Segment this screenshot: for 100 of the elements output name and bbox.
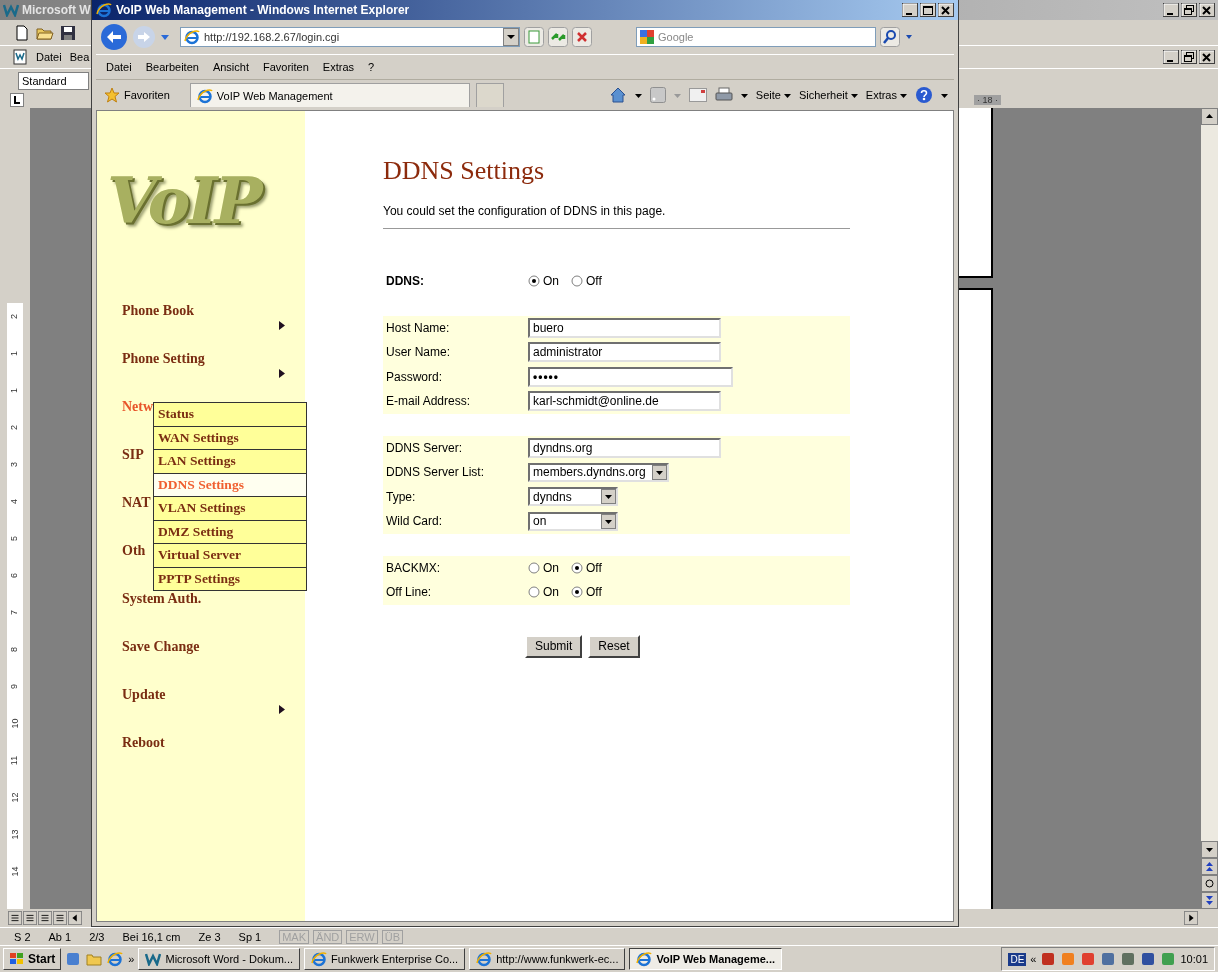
- home-icon[interactable]: [608, 86, 627, 104]
- normal-view-button[interactable]: [8, 911, 22, 925]
- menu-item[interactable]: Extras: [322, 61, 355, 73]
- menu-item[interactable]: Ansicht: [212, 61, 249, 73]
- new-document-icon[interactable]: [14, 24, 30, 41]
- next-page-button[interactable]: [1201, 892, 1218, 909]
- sidebar-item[interactable]: Netw: [122, 399, 154, 415]
- text-field[interactable]: dyndns.org: [528, 437, 721, 458]
- sidebar-item[interactable]: Update: [122, 687, 166, 703]
- close-button[interactable]: [938, 3, 954, 17]
- favorites-button[interactable]: Favoriten: [100, 85, 174, 105]
- arrow-icon: [279, 321, 285, 330]
- submenu-item[interactable]: VLAN Settings: [154, 496, 306, 520]
- tab-selector-icon[interactable]: [10, 93, 24, 107]
- save-icon[interactable]: [60, 24, 76, 41]
- dropdown[interactable]: members.dyndns.org: [528, 462, 669, 482]
- menu-item[interactable]: Bearbeiten: [145, 61, 199, 73]
- browser-tab[interactable]: VoIP Web Management: [189, 83, 470, 107]
- text-field[interactable]: administrator: [528, 342, 721, 363]
- more-button[interactable]: »: [128, 953, 135, 965]
- address-field[interactable]: http://192.168.2.67/login.cgi: [180, 27, 520, 47]
- compatibility-icon[interactable]: [524, 27, 544, 47]
- radio-button[interactable]: Off: [571, 585, 602, 600]
- menu-item[interactable]: Datei: [36, 51, 62, 63]
- command-button[interactable]: Seite: [755, 89, 791, 101]
- search-icon[interactable]: [880, 27, 900, 47]
- dropdown[interactable]: dyndns: [528, 487, 618, 507]
- search-field[interactable]: Google: [636, 27, 876, 47]
- sidebar-item[interactable]: System Auth.: [122, 591, 202, 607]
- radio-button[interactable]: On: [528, 274, 559, 289]
- form-button[interactable]: Submit: [525, 634, 583, 658]
- taskbar-button[interactable]: Funkwerk Enterprise Co...: [304, 948, 466, 970]
- page-icon: [184, 29, 200, 45]
- taskbar-button[interactable]: VoIP Web Manageme...: [629, 948, 783, 970]
- radio-button[interactable]: Off: [571, 274, 602, 289]
- menu-item[interactable]: Bea: [69, 51, 90, 63]
- form-button[interactable]: Reset: [588, 634, 640, 658]
- maximize-button[interactable]: [920, 3, 936, 17]
- caret-icon[interactable]: [941, 91, 948, 99]
- sidebar-item[interactable]: Save Change: [122, 639, 200, 655]
- print-icon[interactable]: [714, 87, 733, 103]
- minimize-button[interactable]: [902, 3, 918, 17]
- stop-icon[interactable]: [572, 27, 592, 47]
- star-icon: [104, 87, 120, 103]
- dropdown[interactable]: on: [528, 511, 618, 531]
- sidebar-item[interactable]: NAT: [122, 495, 151, 511]
- style-field[interactable]: Standard: [18, 71, 89, 90]
- submenu-item[interactable]: PPTP Settings: [154, 566, 306, 590]
- outline-view-button[interactable]: [53, 911, 67, 925]
- close-button[interactable]: [1199, 50, 1215, 64]
- sidebar-item[interactable]: Phone Book: [122, 303, 194, 319]
- sidebar-item[interactable]: SIP: [122, 447, 144, 463]
- text-field[interactable]: karl-schmidt@online.de: [528, 391, 721, 412]
- submenu-item[interactable]: Status: [154, 403, 306, 426]
- menu-item[interactable]: Favoriten: [263, 61, 309, 73]
- sidebar-item[interactable]: Oth: [122, 543, 146, 559]
- restore-button[interactable]: [1181, 3, 1197, 17]
- radio-button[interactable]: On: [528, 560, 559, 575]
- mail-icon[interactable]: [688, 88, 707, 102]
- close-button[interactable]: [1199, 3, 1215, 17]
- text-field[interactable]: buero: [528, 317, 721, 338]
- command-button[interactable]: Extras: [865, 89, 907, 101]
- window-title: VoIP Web Management - Windows Internet Explorer: [116, 3, 410, 17]
- caret-icon: [783, 91, 791, 99]
- refresh-icon[interactable]: [548, 27, 568, 47]
- menu-item[interactable]: ?: [368, 61, 375, 73]
- caret-icon[interactable]: [740, 91, 748, 99]
- taskbar-button[interactable]: http://www.funkwerk-ec...: [469, 948, 626, 970]
- page-view-button[interactable]: [38, 911, 52, 925]
- language-indicator[interactable]: DE: [1008, 952, 1027, 966]
- submenu-item[interactable]: DMZ Setting: [154, 519, 306, 543]
- field-label: User Name:: [385, 345, 451, 360]
- scroll-left-button[interactable]: [68, 911, 82, 925]
- restore-button[interactable]: [1181, 50, 1197, 64]
- scroll-right-button[interactable]: [1184, 911, 1198, 925]
- submenu-item[interactable]: LAN Settings: [154, 449, 306, 473]
- sidebar-item[interactable]: Phone Setting: [122, 351, 205, 367]
- radio-button[interactable]: On: [528, 585, 559, 600]
- caret-icon[interactable]: [634, 91, 642, 99]
- radio-button[interactable]: Off: [571, 560, 602, 575]
- previous-page-button[interactable]: [1201, 858, 1218, 875]
- expand-tray-button[interactable]: «: [1030, 953, 1037, 965]
- web-view-button[interactable]: [23, 911, 37, 925]
- submenu-item[interactable]: WAN Settings: [154, 425, 306, 449]
- password-field[interactable]: •••••: [528, 366, 733, 387]
- submenu-item[interactable]: Virtual Server: [154, 543, 306, 567]
- minimize-button[interactable]: [1163, 3, 1179, 17]
- back-button[interactable]: [100, 23, 128, 51]
- browser-icon: [96, 2, 112, 18]
- sidebar-item[interactable]: Reboot: [122, 735, 165, 751]
- caret-icon[interactable]: [503, 28, 519, 46]
- browse-object-button[interactable]: [1201, 875, 1218, 892]
- help-icon[interactable]: [915, 86, 933, 104]
- minimize-button[interactable]: [1163, 50, 1179, 64]
- scroll-down-button[interactable]: [1201, 841, 1218, 858]
- menu-item[interactable]: Datei: [106, 61, 132, 73]
- scroll-up-button[interactable]: [1201, 108, 1218, 125]
- taskbar-button[interactable]: Microsoft Word - Dokum...: [138, 948, 300, 970]
- start-button[interactable]: Start: [3, 948, 62, 970]
- command-button[interactable]: Sicherheit: [798, 89, 858, 101]
